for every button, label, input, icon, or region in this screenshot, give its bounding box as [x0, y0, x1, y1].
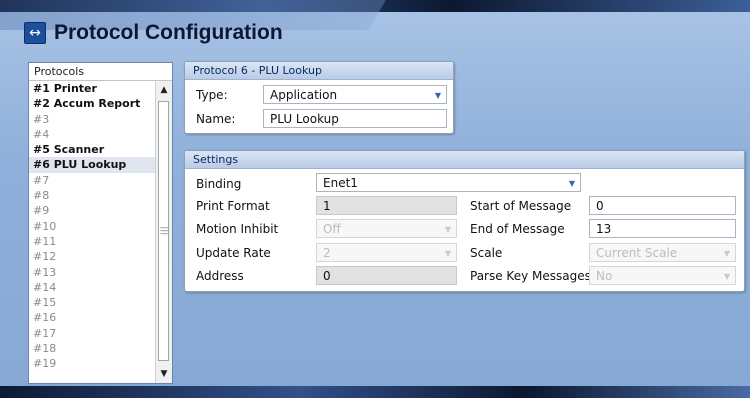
type-value: Application [270, 88, 338, 102]
parse-key-messages-label: Parse Key Messages [470, 269, 591, 283]
list-item[interactable]: #9 [29, 203, 157, 218]
binding-label: Binding [196, 177, 242, 191]
address-label: Address [196, 269, 244, 283]
list-scrollbar[interactable]: ▲ — — — ▼ [155, 81, 172, 383]
binding-dropdown[interactable]: Enet1 ▼ [316, 173, 581, 192]
page-title: Protocol Configuration [54, 21, 283, 44]
name-input[interactable]: PLU Lookup [263, 109, 447, 128]
protocol-panel: Protocol 6 - PLU Lookup Type: Applicatio… [184, 61, 454, 134]
start-of-message-input[interactable]: 0 [589, 196, 736, 215]
grip-icon: — — — [160, 223, 169, 239]
scale-value: Current Scale [596, 246, 678, 260]
chevron-down-icon: ▼ [444, 249, 451, 258]
list-item[interactable]: #19 [29, 356, 157, 371]
list-item[interactable]: #6 PLU Lookup [29, 157, 157, 173]
protocols-list[interactable]: Protocols #1 Printer #2 Accum Report #3 #4 #… [28, 62, 173, 384]
protocols-list-items: #1 Printer #2 Accum Report #3 #4 #5 Scanner #… [29, 81, 157, 383]
protocol-panel-header: Protocol 6 - PLU Lookup [185, 62, 453, 80]
list-item[interactable]: #5 Scanner [29, 142, 157, 157]
address-field: 0 [316, 266, 457, 285]
type-dropdown[interactable]: Application ▼ [263, 85, 447, 104]
list-item[interactable]: #16 [29, 310, 157, 325]
end-of-message-input[interactable]: 13 [589, 219, 736, 238]
print-format-label: Print Format [196, 199, 270, 213]
settings-panel-header: Settings [185, 151, 744, 169]
parse-key-messages-dropdown: No ▼ [589, 266, 736, 285]
chevron-down-icon: ▼ [723, 272, 730, 281]
start-of-message-label: Start of Message [470, 199, 572, 213]
list-item[interactable]: #4 [29, 127, 157, 142]
motion-inhibit-value: Off [323, 222, 341, 236]
update-rate-label: Update Rate [196, 246, 271, 260]
list-item[interactable]: #15 [29, 295, 157, 310]
scroll-thumb[interactable]: — — — [158, 101, 169, 361]
list-item[interactable]: #3 [29, 112, 157, 127]
name-label: Name: [196, 112, 236, 126]
list-item[interactable]: #18 [29, 341, 157, 356]
end-of-message-label: End of Message [470, 222, 565, 236]
motion-inhibit-label: Motion Inhibit [196, 222, 279, 236]
chevron-down-icon: ▼ [723, 249, 730, 258]
parse-key-messages-value: No [596, 269, 613, 283]
protocols-list-header: Protocols [29, 63, 172, 81]
list-item[interactable]: #8 [29, 188, 157, 203]
chevron-down-icon: ▼ [434, 91, 441, 100]
list-item[interactable]: #13 [29, 265, 157, 280]
list-item[interactable]: #17 [29, 326, 157, 341]
scroll-up-arrow-icon[interactable]: ▲ [156, 83, 172, 97]
chevron-down-icon: ▼ [444, 225, 451, 234]
list-item[interactable]: #10 [29, 219, 157, 234]
settings-panel: Settings Binding Enet1 ▼ Print Format 1 … [184, 150, 745, 292]
motion-inhibit-dropdown: Off ▼ [316, 219, 457, 238]
scale-label: Scale [470, 246, 503, 260]
list-item[interactable]: #2 Accum Report [29, 96, 157, 111]
bidirectional-arrow-icon: ↔ [24, 22, 46, 44]
list-item[interactable]: #14 [29, 280, 157, 295]
update-rate-value: 2 [323, 246, 331, 260]
chevron-down-icon: ▼ [568, 179, 575, 188]
scroll-down-arrow-icon[interactable]: ▼ [156, 367, 172, 381]
page-header: ↔ Protocol Configuration [24, 20, 283, 46]
type-label: Type: [196, 88, 228, 102]
binding-value: Enet1 [323, 176, 358, 190]
update-rate-dropdown: 2 ▼ [316, 243, 457, 262]
list-item[interactable]: #11 [29, 234, 157, 249]
scale-dropdown: Current Scale ▼ [589, 243, 736, 262]
list-item[interactable]: #7 [29, 173, 157, 188]
print-format-field: 1 [316, 196, 457, 215]
bottom-decorative-band [0, 386, 750, 398]
list-item[interactable]: #1 Printer [29, 81, 157, 96]
list-item[interactable]: #12 [29, 249, 157, 264]
